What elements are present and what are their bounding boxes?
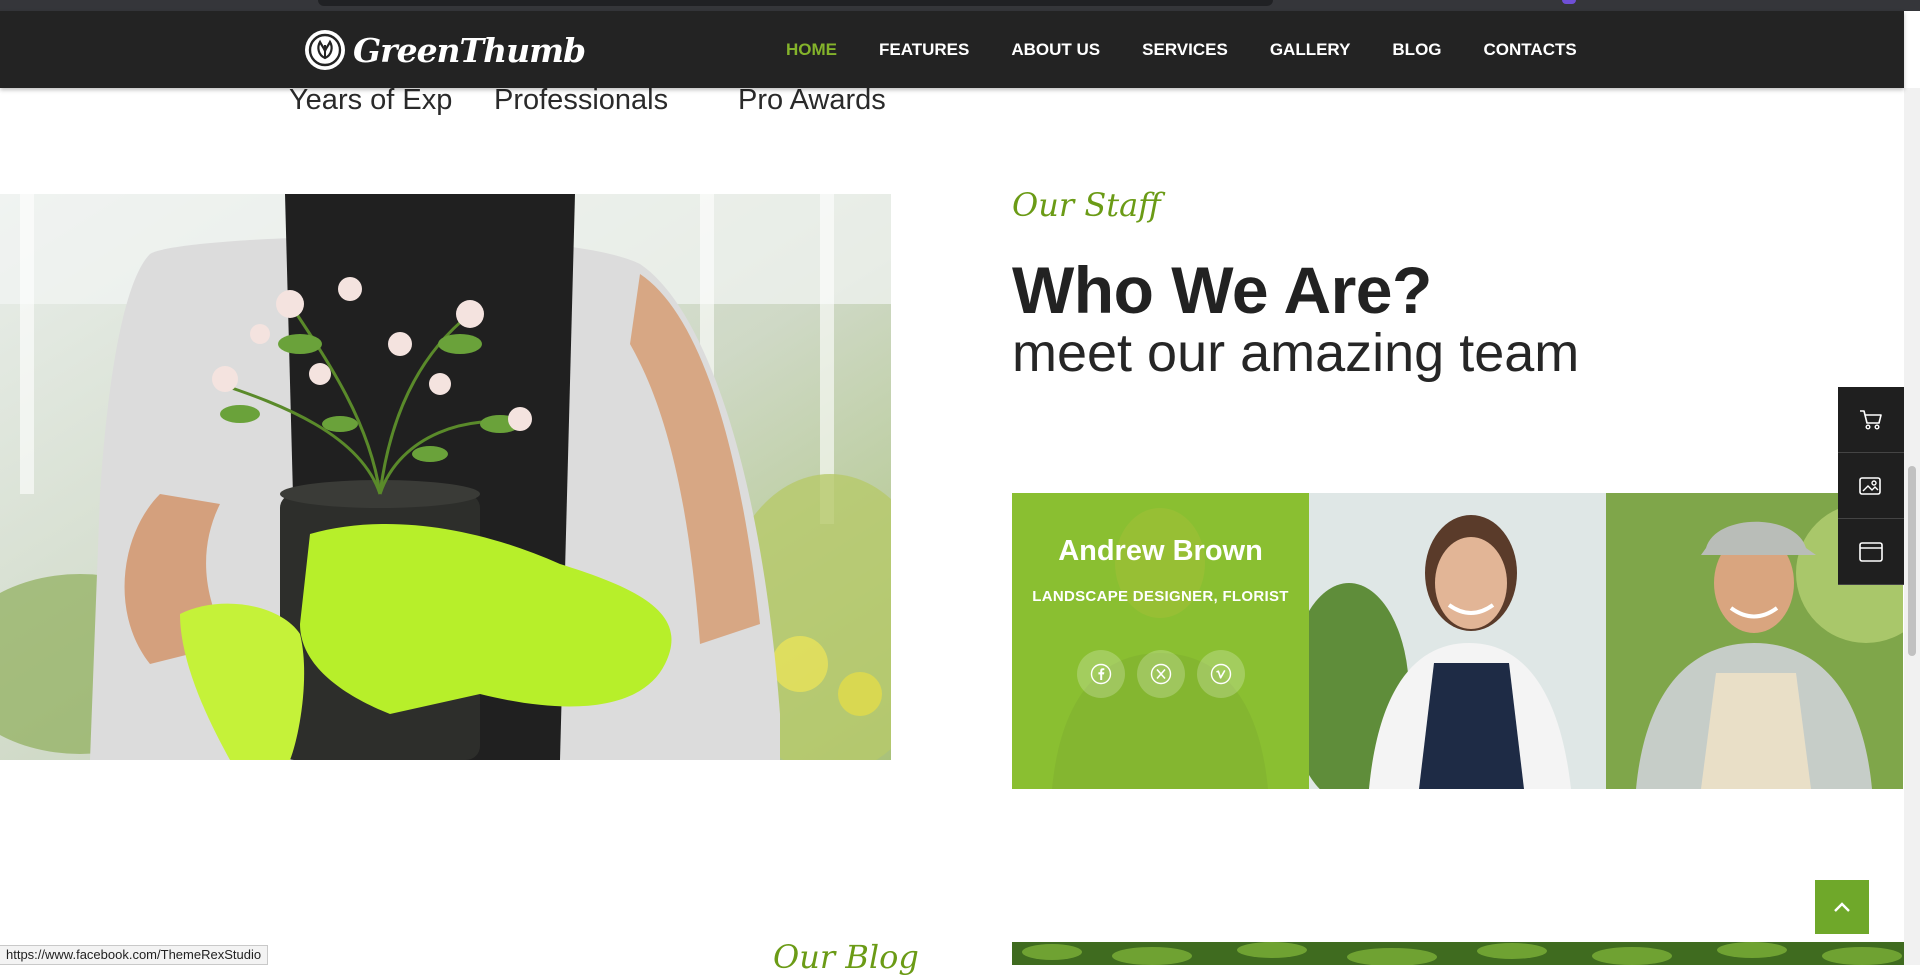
scrollbar-thumb[interactable] (1908, 466, 1916, 656)
nav-item-home[interactable]: HOME (786, 40, 837, 60)
cart-icon[interactable] (1838, 387, 1904, 453)
logo-text: GreenThumb (353, 30, 586, 70)
team-member-photo (1309, 493, 1606, 789)
facebook-icon[interactable] (1076, 650, 1125, 698)
nav-item-features[interactable]: FEATURES (879, 40, 969, 60)
main-nav: HOME FEATURES ABOUT US SERVICES GALLERY … (786, 11, 1619, 88)
team-card-featured[interactable]: Andrew Brown LANDSCAPE DESIGNER, FLORIST (1012, 493, 1309, 789)
address-bar-edge[interactable] (318, 0, 1273, 6)
nav-item-about-us[interactable]: ABOUT US (1011, 40, 1100, 60)
browser-top-strip (0, 0, 1920, 11)
team-grid: Andrew Brown LANDSCAPE DESIGNER, FLORIST (1012, 493, 1904, 789)
vimeo-icon[interactable] (1196, 650, 1245, 698)
x-icon[interactable] (1136, 650, 1185, 698)
window-icon[interactable] (1838, 519, 1904, 585)
nav-item-gallery[interactable]: GALLERY (1270, 40, 1351, 60)
stats-row: Years of Exp Professionals Pro Awards (0, 84, 1000, 124)
gardener-photo (0, 194, 891, 760)
blog-overline: Our Blog (773, 938, 919, 976)
nav-item-blog[interactable]: BLOG (1392, 40, 1441, 60)
chevron-up-icon (1834, 902, 1850, 912)
member-name: Andrew Brown (1058, 535, 1263, 567)
stat-label-professionals: Professionals (494, 84, 669, 116)
stat-label-awards: Pro Awards (738, 84, 886, 116)
gallery-icon[interactable] (1838, 453, 1904, 519)
member-socials (1076, 650, 1245, 698)
site-logo[interactable]: GreenThumb (305, 28, 586, 72)
page-scrollbar[interactable] (1904, 88, 1920, 965)
blog-photo (1012, 942, 1904, 965)
back-to-top-button[interactable] (1815, 880, 1869, 934)
section-subtitle: meet our amazing team (1012, 323, 1580, 383)
member-role: LANDSCAPE DESIGNER, FLORIST (1032, 588, 1289, 605)
status-bar-url: https://www.facebook.com/ThemeRexStudio (0, 945, 269, 965)
team-card-overlay: Andrew Brown LANDSCAPE DESIGNER, FLORIST (1012, 493, 1309, 789)
section-title: Who We Are? (1012, 253, 1432, 327)
team-card-2[interactable] (1309, 493, 1606, 789)
nav-item-contacts[interactable]: CONTACTS (1484, 40, 1577, 60)
site-header: GreenThumb HOME FEATURES ABOUT US SERVIC… (0, 11, 1904, 88)
section-overline: Our Staff (1012, 186, 1161, 224)
extension-icon[interactable] (1562, 0, 1576, 4)
stat-label-years: Years of Exp (289, 84, 453, 116)
leaf-logo-icon (305, 30, 345, 70)
side-floating-panel (1838, 387, 1904, 585)
nav-item-services[interactable]: SERVICES (1142, 40, 1228, 60)
